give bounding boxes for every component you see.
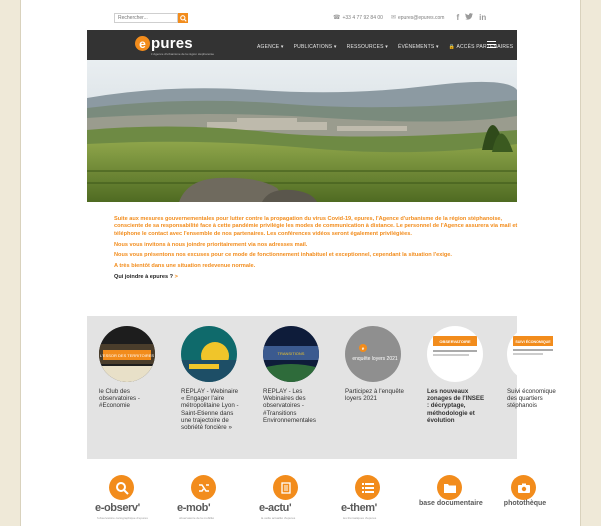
notice-paragraph-3: Nous vous présentons nos excuses pour ce… bbox=[114, 252, 452, 259]
service-label: e-mob' bbox=[177, 502, 211, 514]
notice-paragraph-4: A très bientôt dans une situation redeve… bbox=[114, 263, 256, 270]
tile-image: TRANSITIONS bbox=[263, 326, 319, 382]
nav-item-publications[interactable]: PUBLICATIONS ▾ bbox=[294, 44, 337, 50]
tile-image-text: TRANSITIONS bbox=[278, 351, 305, 356]
service-phototheque[interactable]: photothèque bbox=[497, 475, 567, 525]
tile-zonages-insee[interactable]: OBSERVATOIRE Les nouveaux zonages de l'I… bbox=[427, 326, 487, 424]
main-nav: e pures L'Agence d'urbanisme de la régio… bbox=[87, 30, 517, 60]
phone-icon: ☎ bbox=[333, 15, 341, 21]
tile-replay-transitions[interactable]: TRANSITIONS REPLAY - Les Webinaires des … bbox=[263, 326, 323, 424]
tile-label: Les nouveaux zonages de l'INSEE : décryp… bbox=[427, 388, 485, 424]
tile-replay-sobriete[interactable]: REPLAY - Webinaire « Engager l'aire métr… bbox=[181, 326, 241, 431]
tile-image: SUIVI ÉCONOMIQUE bbox=[507, 326, 563, 382]
notice-paragraph-1: Suite aux mesures gouvernementales pour … bbox=[114, 216, 518, 237]
logo-tagline: L'Agence d'urbanisme de la région stépha… bbox=[151, 52, 215, 56]
hamburger-menu-icon[interactable] bbox=[487, 41, 496, 48]
service-subtitle: observatoire de la mobilité bbox=[179, 516, 215, 520]
tile-label: le Club des observatoires - #Economie bbox=[99, 388, 140, 410]
tile-suivi-economique[interactable]: SUIVI ÉCONOMIQUE Suivi économique des qu… bbox=[507, 326, 567, 410]
shuffle-icon bbox=[191, 475, 216, 500]
contact-info: ☎ +33 4 77 92 84 00 ✉ epures@epures.com … bbox=[333, 13, 486, 22]
tile-label: REPLAY - Webinaire « Engager l'aire métr… bbox=[181, 388, 239, 432]
email-link[interactable]: ✉ epures@epures.com bbox=[390, 14, 445, 22]
logo-text: pures bbox=[151, 35, 193, 52]
service-e-mob[interactable]: e-mob' observatoire de la mobilité bbox=[177, 475, 247, 525]
phone-link[interactable]: ☎ +33 4 77 92 84 00 bbox=[333, 14, 383, 22]
email-address: epures@epures.com bbox=[397, 14, 445, 21]
search-icon bbox=[179, 14, 187, 22]
nav-menu: AGENCE ▾ PUBLICATIONS ▾ RESSOURCES ▾ ÉVÉ… bbox=[257, 44, 513, 50]
tile-image: e enquête loyers 2021 bbox=[345, 326, 401, 382]
document-icon bbox=[273, 475, 298, 500]
service-label: e-actu' bbox=[259, 502, 292, 514]
tile-image-text: enquête loyers 2021 bbox=[352, 356, 398, 362]
service-label: e-observ' bbox=[95, 502, 140, 514]
service-subtitle: la veille actualité d'epures bbox=[261, 516, 296, 520]
folder-icon bbox=[437, 475, 462, 500]
service-e-observ[interactable]: e-observ' l'observatoire cartographique … bbox=[95, 475, 165, 525]
tile-label: REPLAY - Les Webinaires des observatoire… bbox=[263, 388, 316, 424]
nav-item-acces-partenaires[interactable]: 🔒 ACCÈS PARTENAIRES bbox=[449, 44, 514, 50]
service-e-them[interactable]: e-them' les thématiques d'epures bbox=[341, 475, 411, 525]
tile-club-observatoires[interactable]: L'ESSOR DES TERRITOIRES le Club des obse… bbox=[99, 326, 159, 410]
tile-image: OBSERVATOIRE bbox=[427, 326, 483, 382]
logo-mark: e bbox=[135, 36, 150, 51]
page: ☎ +33 4 77 92 84 00 ✉ epures@epures.com … bbox=[20, 0, 581, 526]
notice-paragraph-2: Nous vous invitons à nous joindre priori… bbox=[114, 241, 308, 248]
who-to-contact: Qui joindre à epures ? > bbox=[114, 274, 524, 281]
facebook-icon[interactable]: f bbox=[456, 13, 459, 22]
twitter-icon[interactable] bbox=[465, 13, 474, 22]
tile-image bbox=[181, 326, 237, 382]
who-to-contact-link[interactable]: > bbox=[175, 274, 178, 280]
covid-notice: Suite aux mesures gouvernementales pour … bbox=[114, 216, 524, 285]
social-links: f in bbox=[456, 13, 486, 22]
search-input[interactable] bbox=[114, 13, 178, 23]
services-bar: e-observ' l'observatoire cartographique … bbox=[87, 469, 546, 526]
service-label: e-them' bbox=[341, 502, 377, 514]
service-subtitle: les thématiques d'epures bbox=[343, 516, 377, 520]
nav-item-evenements[interactable]: ÉVÉNEMENTS ▾ bbox=[398, 44, 439, 50]
tile-image-text: OBSERVATOIRE bbox=[439, 339, 471, 344]
search-form bbox=[114, 13, 188, 23]
linkedin-icon[interactable]: in bbox=[479, 13, 486, 22]
service-label: base documentaire bbox=[419, 500, 483, 507]
nav-item-ressources[interactable]: RESSOURCES ▾ bbox=[347, 44, 388, 50]
magnifier-icon bbox=[109, 475, 134, 500]
epures-logo[interactable]: e pures bbox=[135, 36, 193, 51]
service-base-documentaire[interactable]: base documentaire bbox=[419, 475, 493, 525]
tile-enquete-loyers[interactable]: e enquête loyers 2021 Participez à l'enq… bbox=[345, 326, 405, 402]
search-button[interactable] bbox=[178, 13, 188, 23]
top-bar: ☎ +33 4 77 92 84 00 ✉ epures@epures.com … bbox=[21, 0, 580, 30]
landscape-illustration bbox=[87, 60, 517, 202]
tile-image-text: L'ESSOR DES TERRITOIRES bbox=[100, 353, 155, 358]
list-icon bbox=[355, 475, 380, 500]
phone-number: +33 4 77 92 84 00 bbox=[342, 14, 383, 21]
tile-image-text: SUIVI ÉCONOMIQUE bbox=[515, 339, 551, 344]
mail-icon: ✉ bbox=[390, 15, 396, 21]
who-to-contact-label: Qui joindre à epures ? bbox=[114, 274, 174, 280]
news-tiles: L'ESSOR DES TERRITOIRES le Club des obse… bbox=[87, 316, 563, 459]
tile-label: Participez à l'enquête loyers 2021 bbox=[345, 388, 404, 403]
tile-image: L'ESSOR DES TERRITOIRES bbox=[99, 326, 155, 382]
camera-icon bbox=[511, 475, 536, 500]
nav-item-agence[interactable]: AGENCE ▾ bbox=[257, 44, 284, 50]
service-e-actu[interactable]: e-actu' la veille actualité d'epures bbox=[259, 475, 329, 525]
service-subtitle: l'observatoire cartographique d'epures bbox=[97, 516, 148, 520]
service-label: photothèque bbox=[503, 500, 547, 507]
tile-label: Suivi économique des quartiers stéphanoi… bbox=[507, 388, 556, 410]
hero-image bbox=[87, 60, 517, 202]
